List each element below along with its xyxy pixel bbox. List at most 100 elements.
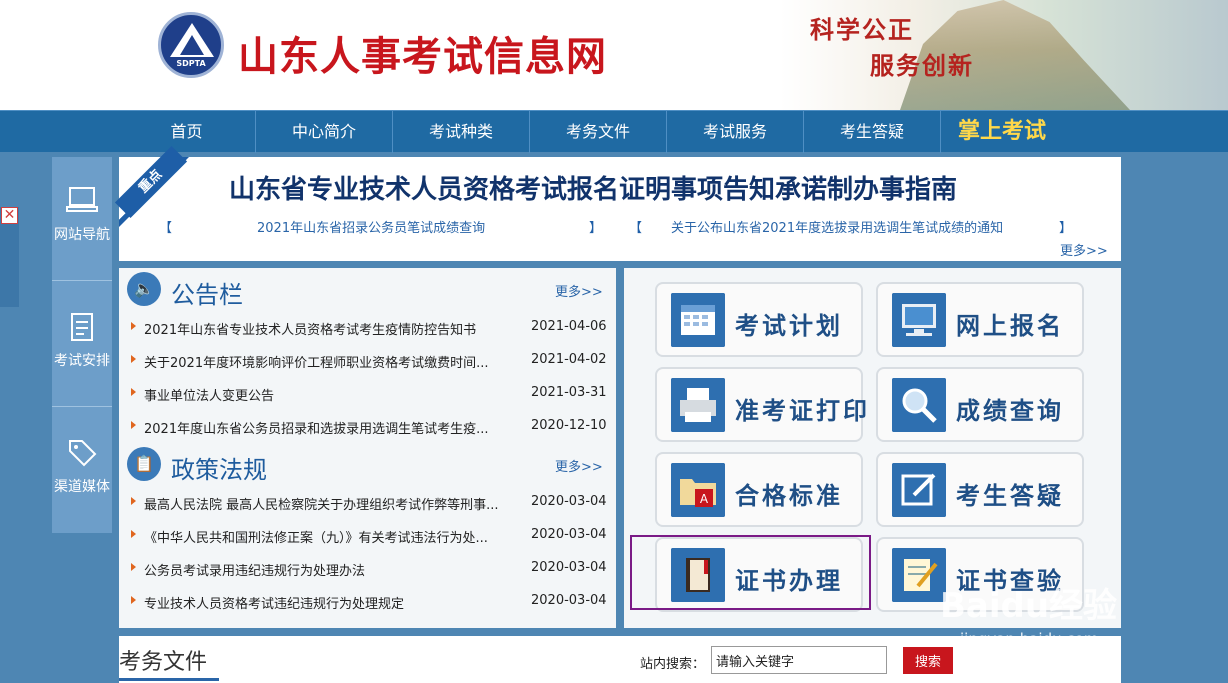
list-item[interactable]: 最高人民法院 最高人民检察院关于办理组织考试作弊等刑事... 2020-03-0…: [131, 494, 611, 514]
bullet-icon: [131, 388, 136, 396]
bullet-icon: [131, 421, 136, 429]
side-nav-label: 渠道媒体: [54, 479, 110, 495]
computer-icon: [892, 293, 946, 347]
close-icon[interactable]: ✕: [1, 207, 18, 224]
edit-icon: [892, 463, 946, 517]
slogan-line-1: 科学公正: [810, 16, 914, 44]
score-query-button[interactable]: 成绩查询: [876, 367, 1084, 442]
nav-item-exam-services[interactable]: 考试服务: [667, 111, 804, 153]
side-nav-media[interactable]: 渠道媒体: [52, 409, 112, 533]
candidate-faq-button[interactable]: 考生答疑: [876, 452, 1084, 527]
clipboard-icon: [71, 313, 93, 341]
news-date: 2020-03-04: [531, 560, 607, 575]
main-nav: 首页 中心简介 考试种类 考务文件 考试服务 考生答疑 掌上考试: [0, 110, 1228, 153]
tag-icon: [69, 440, 97, 467]
nav-item-about[interactable]: 中心简介: [256, 111, 393, 153]
section-title: 考务文件: [119, 650, 208, 675]
side-nav: 网站导航 考试安排 渠道媒体: [52, 157, 112, 533]
side-nav-label: 考试安排: [54, 353, 110, 369]
policy-title: 政策法规: [171, 456, 267, 484]
baidu-watermark: Baidu经验: [940, 586, 1118, 626]
notice-panel: 🔈 公告栏 更多>> 2021年山东省专业技术人员资格考试考生疫情防控告知书 2…: [119, 268, 616, 628]
search-button[interactable]: 搜索: [903, 647, 953, 674]
printer-icon: [671, 378, 725, 432]
site-header: SDPTA 山东人事考试信息网 科学公正 服务创新: [0, 0, 1228, 110]
nav-item-mobile-exam[interactable]: 掌上考试: [958, 111, 1046, 153]
service-label: 考生答疑: [956, 482, 1064, 510]
service-label: 网上报名: [956, 312, 1064, 340]
headline-title[interactable]: 山东省专业技术人员资格考试报名证明事项告知承诺制办事指南: [229, 169, 957, 206]
search-input[interactable]: [711, 646, 887, 674]
logo-mountain-inner: [180, 35, 204, 55]
news-title[interactable]: 《中华人民共和国刑法修正案（九）》有关考试违法行为处...: [144, 527, 524, 546]
section-underline: [119, 678, 219, 681]
news-title[interactable]: 2021年山东省专业技术人员资格考试考生疫情防控告知书: [144, 319, 524, 338]
bullet-icon: [131, 563, 136, 571]
headline-link[interactable]: 关于公布山东省2021年度选拔录用选调生笔试成绩的通知: [671, 217, 1003, 236]
news-title[interactable]: 公务员考试录用违纪违规行为处理办法: [144, 560, 524, 579]
headline-panel: 重点 山东省专业技术人员资格考试报名证明事项告知承诺制办事指南 【 2021年山…: [114, 145, 1121, 261]
list-item[interactable]: 事业单位法人变更公告 2021-03-31: [131, 385, 611, 405]
speaker-icon: 🔈: [127, 272, 161, 306]
bracket-close: 】: [589, 221, 603, 236]
site-title[interactable]: 山东人事考试信息网: [238, 24, 607, 82]
selection-highlight: [630, 535, 871, 610]
list-item[interactable]: 专业技术人员资格考试违纪违规行为处理规定 2020-03-04: [131, 593, 611, 613]
notice-more-link[interactable]: 更多>>: [555, 281, 603, 300]
news-date: 2020-03-04: [531, 527, 607, 542]
list-item[interactable]: 公务员考试录用违纪违规行为处理办法 2020-03-04: [131, 560, 611, 580]
news-date: 2021-04-02: [531, 352, 607, 367]
calendar-icon: [671, 293, 725, 347]
search-label: 站内搜索：: [640, 657, 706, 672]
news-date: 2020-12-10: [531, 418, 607, 433]
side-nav-site-nav[interactable]: 网站导航: [52, 157, 112, 281]
passing-standard-button[interactable]: A 合格标准: [655, 452, 863, 527]
folder-pdf-icon: A: [671, 463, 725, 517]
service-label: 考试计划: [735, 312, 843, 340]
news-date: 2021-03-31: [531, 385, 607, 400]
list-item[interactable]: 关于2021年度环境影响评价工程师职业资格考试缴费时间... 2021-04-0…: [131, 352, 611, 372]
exam-plan-button[interactable]: 考试计划: [655, 282, 863, 357]
nav-item-faq[interactable]: 考生答疑: [804, 111, 941, 153]
news-date: 2020-03-04: [531, 494, 607, 509]
bullet-icon: [131, 497, 136, 505]
news-title[interactable]: 专业技术人员资格考试违纪违规行为处理规定: [144, 593, 524, 612]
notice-title: 公告栏: [171, 281, 243, 309]
baidu-watermark-url: jingyan.baidu.com: [960, 630, 1099, 648]
bullet-icon: [131, 355, 136, 363]
news-date: 2021-04-06: [531, 319, 607, 334]
nav-item-exam-docs[interactable]: 考务文件: [530, 111, 667, 153]
list-item[interactable]: 2021年度山东省公务员招录和选拔录用选调生笔试考生疫... 2020-12-1…: [131, 418, 611, 438]
document-icon: 📋: [127, 447, 161, 481]
slogan-line-2: 服务创新: [870, 52, 974, 80]
service-label: 合格标准: [735, 482, 843, 510]
list-item[interactable]: 《中华人民共和国刑法修正案（九）》有关考试违法行为处... 2020-03-04: [131, 527, 611, 547]
bracket-open: 【: [159, 221, 173, 236]
bullet-icon: [131, 322, 136, 330]
admission-ticket-print-button[interactable]: 准考证打印: [655, 367, 867, 442]
bracket-open: 【: [629, 221, 643, 236]
news-title[interactable]: 事业单位法人变更公告: [144, 385, 524, 404]
headline-more-link[interactable]: 更多>>: [1060, 240, 1108, 259]
svg-text:A: A: [700, 492, 709, 506]
news-date: 2020-03-04: [531, 593, 607, 608]
bracket-close: 】: [1059, 221, 1073, 236]
bullet-icon: [131, 530, 136, 538]
side-nav-label: 网站导航: [54, 227, 110, 243]
online-registration-button[interactable]: 网上报名: [876, 282, 1084, 357]
news-title[interactable]: 2021年度山东省公务员招录和选拔录用选调生笔试考生疫...: [144, 418, 524, 437]
headline-link[interactable]: 2021年山东省招录公务员笔试成绩查询: [257, 217, 485, 236]
policy-more-link[interactable]: 更多>>: [555, 456, 603, 475]
service-label: 准考证打印: [735, 397, 870, 425]
nav-item-exam-types[interactable]: 考试种类: [393, 111, 530, 153]
bullet-icon: [131, 596, 136, 604]
news-title[interactable]: 关于2021年度环境影响评价工程师职业资格考试缴费时间...: [144, 352, 524, 371]
notepad-icon: [892, 548, 946, 602]
nav-item-home[interactable]: 首页: [118, 111, 256, 153]
list-item[interactable]: 2021年山东省专业技术人员资格考试考生疫情防控告知书 2021-04-06: [131, 319, 611, 339]
news-title[interactable]: 最高人民法院 最高人民检察院关于办理组织考试作弊等刑事...: [144, 494, 524, 513]
logo-text: SDPTA: [176, 59, 206, 68]
service-label: 成绩查询: [956, 397, 1064, 425]
side-nav-exam-schedule[interactable]: 考试安排: [52, 283, 112, 407]
sdpta-logo[interactable]: SDPTA: [158, 12, 224, 78]
